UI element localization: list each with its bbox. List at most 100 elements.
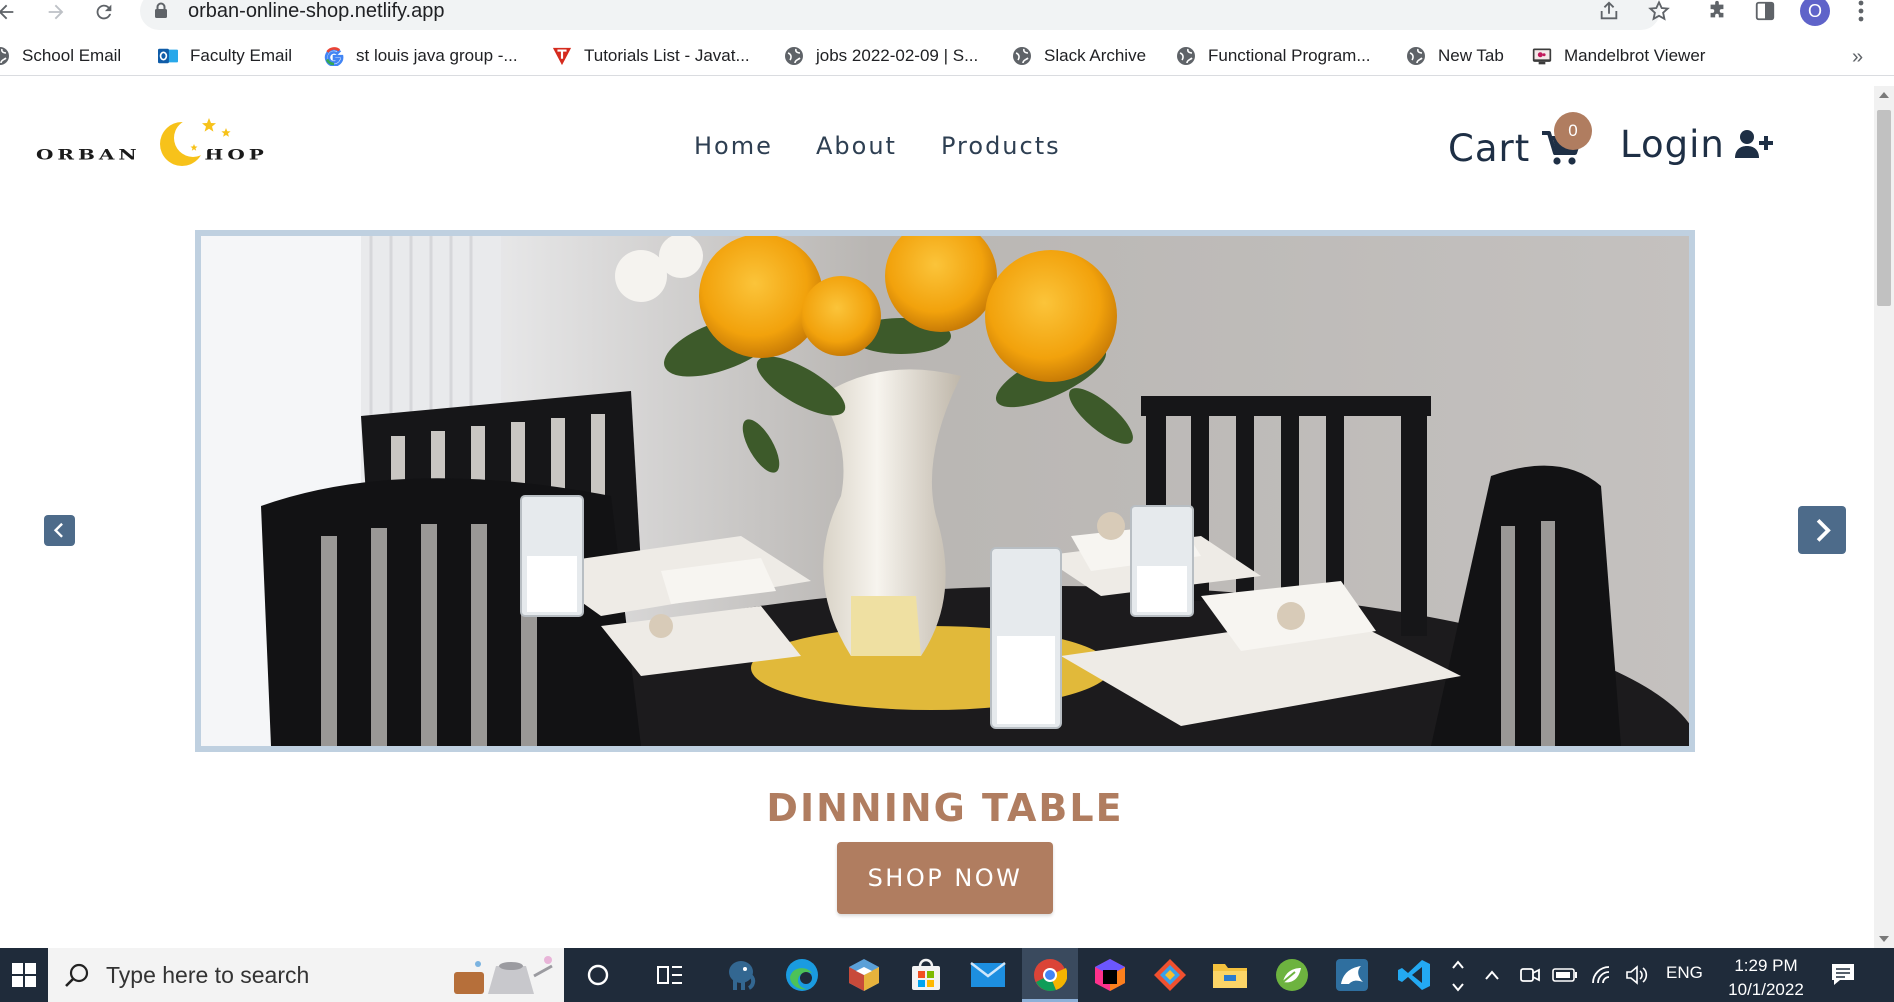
globe-icon bbox=[784, 46, 804, 66]
jetbrains-cube-icon bbox=[1095, 959, 1125, 991]
menu-button[interactable] bbox=[1848, 0, 1874, 22]
web-page: ORBAN SHOP Home About Products Cart 0 Lo… bbox=[0, 86, 1874, 948]
page-scrollbar[interactable] bbox=[1874, 86, 1894, 948]
carousel-next-button[interactable] bbox=[1798, 506, 1846, 554]
taskbar-app-file-explorer[interactable] bbox=[1210, 955, 1250, 995]
bookmark-label: Slack Archive bbox=[1044, 46, 1147, 65]
meet-now-button[interactable] bbox=[1516, 955, 1544, 995]
taskbar-clock[interactable]: 1:29 PM 10/1/2022 bbox=[1718, 954, 1814, 1002]
login-link[interactable]: Login bbox=[1620, 122, 1773, 166]
speaker-icon bbox=[1626, 965, 1648, 985]
input-language-indicator[interactable]: ENG bbox=[1666, 963, 1703, 983]
wifi-icon bbox=[1592, 966, 1610, 984]
hero-carousel bbox=[195, 230, 1695, 752]
nav-home-link[interactable]: Home bbox=[694, 132, 773, 160]
bookmark-faculty-email[interactable]: Faculty Email bbox=[158, 44, 292, 68]
carousel-prev-button[interactable] bbox=[44, 515, 75, 546]
star-icon bbox=[1648, 0, 1670, 21]
javatpoint-icon bbox=[552, 46, 572, 66]
site-logo[interactable]: ORBAN SHOP bbox=[36, 114, 298, 170]
show-hidden-icons-button[interactable] bbox=[1478, 955, 1506, 995]
puzzle-icon bbox=[1710, 0, 1724, 18]
bookmark-functional-programming[interactable]: Functional Program... bbox=[1176, 44, 1371, 68]
dining-table-photo bbox=[201, 236, 1689, 746]
taskbar-search-box[interactable]: Type here to search bbox=[48, 948, 564, 1002]
bookmark-star-button[interactable] bbox=[1646, 0, 1672, 22]
chevron-up-icon bbox=[1485, 970, 1499, 980]
taskbar-app-store[interactable] bbox=[906, 955, 946, 995]
reload-button[interactable] bbox=[90, 0, 118, 24]
taskbar-app-jetbrains[interactable] bbox=[1090, 955, 1130, 995]
bookmark-jobs[interactable]: jobs 2022-02-09 | S... bbox=[784, 44, 978, 68]
bookmark-new-tab[interactable]: New Tab bbox=[1406, 44, 1504, 68]
profile-avatar[interactable]: O bbox=[1800, 0, 1830, 26]
search-highlight-illustration-icon bbox=[454, 956, 553, 994]
url-text[interactable]: orban-online-shop.netlify.app bbox=[188, 0, 444, 22]
bookmark-label: Functional Program... bbox=[1208, 46, 1371, 65]
start-button[interactable] bbox=[0, 948, 48, 1002]
bookmark-label: st louis java group -... bbox=[356, 46, 518, 65]
more-bookmarks-button[interactable]: » bbox=[1852, 46, 1863, 69]
kebab-menu-icon bbox=[1858, 0, 1864, 22]
nav-about-link[interactable]: About bbox=[816, 132, 897, 160]
scroll-up-arrow-icon[interactable] bbox=[1879, 92, 1889, 98]
clock-date: 10/1/2022 bbox=[1728, 980, 1804, 999]
bookmark-mandelbrot-viewer[interactable]: Mandelbrot Viewer bbox=[1532, 44, 1705, 68]
side-panel-button[interactable] bbox=[1752, 0, 1778, 22]
globe-icon bbox=[1012, 46, 1032, 66]
bookmark-label: New Tab bbox=[1438, 46, 1504, 65]
taskbar-app-pgadmin[interactable] bbox=[722, 955, 762, 995]
bookmark-st-louis-java[interactable]: st louis java group -... bbox=[324, 44, 518, 68]
taskbar-app-spring[interactable] bbox=[1272, 955, 1312, 995]
bookmarks-bar: School Email Faculty Email st louis java… bbox=[0, 36, 1894, 76]
taskbar-overflow-scroller[interactable] bbox=[1450, 954, 1466, 998]
globe-icon bbox=[1176, 46, 1196, 66]
globe-icon bbox=[1406, 46, 1426, 66]
scroll-thumb[interactable] bbox=[1877, 110, 1891, 306]
task-view-button[interactable] bbox=[650, 955, 690, 995]
bookmark-label: Tutorials List - Javat... bbox=[584, 46, 750, 65]
extensions-button[interactable] bbox=[1704, 0, 1730, 22]
elephant-icon bbox=[729, 961, 756, 990]
windows-taskbar: Type here to search ENG 1:29 PM 10/1/202… bbox=[0, 948, 1894, 1002]
forward-button[interactable] bbox=[42, 0, 70, 24]
chevron-right-icon bbox=[1816, 518, 1831, 542]
nav-products-link[interactable]: Products bbox=[941, 132, 1061, 160]
taskbar-app-edge[interactable] bbox=[782, 955, 822, 995]
share-button[interactable] bbox=[1596, 0, 1622, 22]
windows-logo-icon bbox=[12, 963, 36, 987]
taskbar-app-git[interactable] bbox=[1150, 955, 1190, 995]
bookmark-slack-archive[interactable]: Slack Archive bbox=[1012, 44, 1146, 68]
login-label: Login bbox=[1620, 122, 1725, 166]
notifications-button[interactable] bbox=[1830, 962, 1856, 986]
chevron-left-icon bbox=[54, 523, 64, 538]
taskbar-app-mysql-workbench[interactable] bbox=[1332, 955, 1372, 995]
user-plus-icon bbox=[1734, 130, 1773, 158]
scroll-down-arrow-icon[interactable] bbox=[1879, 936, 1889, 942]
volume-control[interactable] bbox=[1622, 955, 1652, 995]
hero-title: DINNING TABLE bbox=[766, 786, 1124, 830]
taskbar-app-mail[interactable] bbox=[968, 955, 1008, 995]
cortana-button[interactable] bbox=[578, 955, 618, 995]
cube-icon bbox=[849, 959, 879, 991]
bookmark-school-email[interactable]: School Email bbox=[0, 44, 121, 68]
mail-envelope-icon bbox=[970, 962, 1006, 987]
taskbar-app-vscode[interactable] bbox=[1394, 955, 1434, 995]
shop-now-button[interactable]: SHOP NOW bbox=[837, 842, 1053, 914]
bookmark-label: School Email bbox=[22, 46, 122, 65]
battery-status[interactable] bbox=[1550, 955, 1580, 995]
wifi-status[interactable] bbox=[1588, 955, 1618, 995]
bookmark-label: jobs 2022-02-09 | S... bbox=[816, 46, 979, 65]
back-button[interactable] bbox=[0, 0, 20, 24]
taskbar-app-chrome[interactable] bbox=[1030, 955, 1070, 995]
orban-shop-logo-icon: ORBAN SHOP bbox=[36, 118, 264, 166]
bookmark-label: Mandelbrot Viewer bbox=[1564, 46, 1706, 65]
camera-icon bbox=[1520, 968, 1540, 982]
taskbar-app-3d[interactable] bbox=[844, 955, 884, 995]
reload-icon bbox=[96, 4, 112, 20]
svg-text:ORBAN: ORBAN bbox=[36, 147, 141, 163]
store-bag-icon bbox=[912, 958, 940, 990]
globe-icon bbox=[0, 46, 10, 66]
outlook-icon bbox=[158, 46, 178, 66]
bookmark-javatpoint[interactable]: Tutorials List - Javat... bbox=[552, 44, 750, 68]
